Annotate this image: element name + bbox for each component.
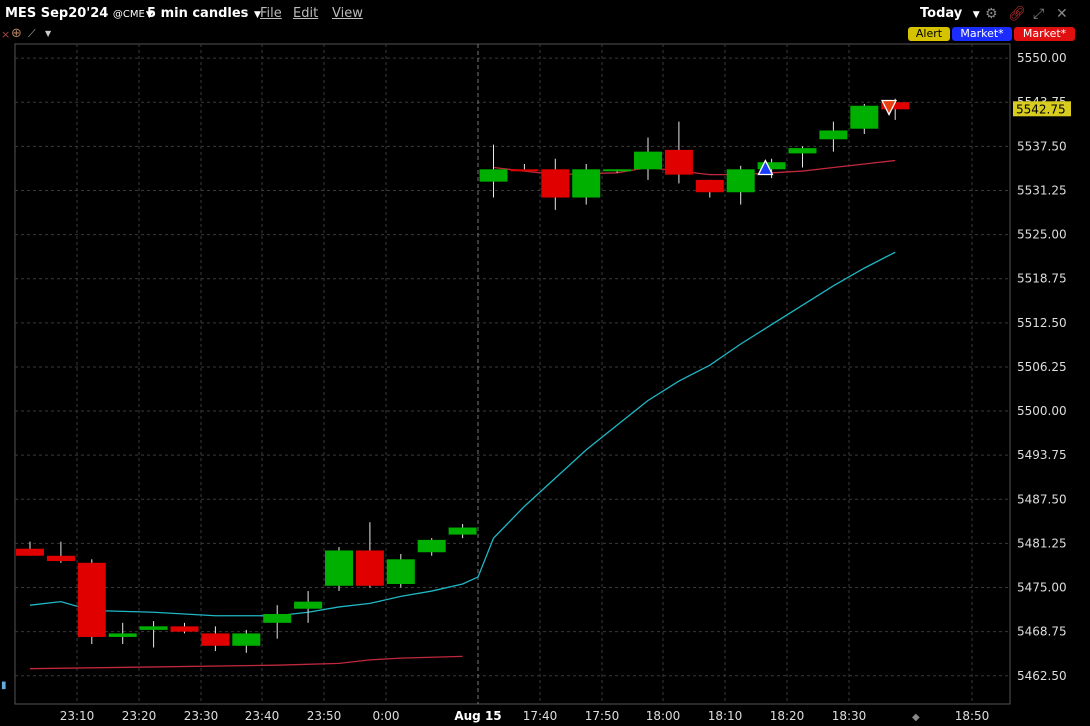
candle-body [664, 149, 693, 175]
candle [819, 121, 848, 152]
candle [232, 629, 261, 653]
candle [417, 538, 446, 556]
candle-body [108, 633, 137, 637]
candle-body [417, 539, 446, 553]
candle-body [479, 169, 508, 182]
price-tick-label: 5550.00 [1017, 51, 1067, 65]
time-tick-label: 17:50 [585, 709, 620, 723]
candle-body [448, 527, 477, 535]
candle-body [510, 169, 539, 172]
candle [170, 622, 199, 634]
candle [108, 622, 137, 644]
candle [541, 158, 570, 210]
candle [788, 146, 817, 168]
candle-body [46, 555, 75, 562]
last-price-label: 5542.75 [1016, 102, 1066, 116]
candle-body [386, 559, 415, 584]
candle-body [850, 105, 879, 129]
candle-body [201, 633, 230, 646]
last-price-badge: 5542.75 ▮ [1, 101, 1071, 691]
candle-body [16, 548, 44, 556]
price-tick-label: 5525.00 [1017, 228, 1067, 242]
candle [695, 179, 724, 198]
moving-averages [29, 159, 896, 670]
time-tick-label: 18:00 [646, 709, 681, 723]
candle-body [572, 169, 601, 198]
candle-body [541, 169, 570, 198]
grid [15, 44, 1010, 704]
candle [850, 104, 879, 134]
candle-body [726, 169, 755, 193]
candle [46, 541, 75, 563]
time-tick-label: 17:40 [523, 709, 558, 723]
candle-body [170, 626, 199, 632]
candle [355, 522, 384, 588]
candle [77, 559, 106, 644]
time-tick-label: 18:30 [832, 709, 867, 723]
time-tick-label: 23:30 [184, 709, 219, 723]
time-tick-label: Aug 15 [454, 709, 501, 723]
candle [263, 605, 292, 639]
price-tick-label: 5487.50 [1017, 492, 1067, 506]
price-tick-label: 5481.25 [1017, 536, 1067, 550]
candle-body [263, 614, 292, 623]
price-tick-label: 5500.00 [1017, 404, 1067, 418]
price-chart[interactable]: 5550.005543.755537.505531.255525.005518.… [0, 0, 1090, 726]
candle-body [232, 633, 261, 646]
candle-body [603, 169, 632, 172]
scroll-marker-icon: ◆ [912, 712, 920, 723]
ma-short-line [29, 655, 463, 670]
plot-frame [14, 43, 1011, 705]
candle [386, 554, 415, 588]
time-tick-label: 18:50 [955, 709, 990, 723]
candles [16, 98, 910, 653]
candle [634, 137, 662, 180]
price-tick-label: 5518.75 [1017, 272, 1067, 286]
time-tick-label: 23:20 [122, 709, 157, 723]
candle-body [325, 550, 353, 586]
candle [201, 626, 230, 652]
candle [726, 165, 755, 205]
price-tick-label: 5506.25 [1017, 360, 1067, 374]
price-tick-label: 5493.75 [1017, 448, 1067, 462]
candle-body [294, 601, 323, 609]
candle-body [695, 179, 724, 193]
price-tick-label: 5531.25 [1017, 183, 1067, 197]
time-tick-label: 23:10 [60, 709, 95, 723]
candle-body [788, 148, 817, 154]
scale-icon: ▮ [1, 680, 7, 691]
price-axis: 5550.005543.755537.505531.255525.005518.… [1017, 51, 1067, 683]
ma-long-line [29, 251, 896, 617]
candle-body [355, 550, 384, 586]
price-tick-label: 5512.50 [1017, 316, 1067, 330]
candle-body [77, 562, 106, 637]
price-tick-label: 5462.50 [1017, 669, 1067, 683]
price-tick-label: 5537.50 [1017, 139, 1067, 153]
candle [448, 524, 477, 539]
candle-body [819, 130, 848, 140]
candle [510, 164, 539, 172]
time-tick-label: 23:50 [307, 709, 342, 723]
candle [664, 121, 693, 184]
price-tick-label: 5475.00 [1017, 581, 1067, 595]
candle [325, 546, 353, 592]
candle [603, 169, 632, 173]
time-tick-label: 0:00 [373, 709, 400, 723]
time-tick-label: 23:40 [245, 709, 280, 723]
candle-body [139, 626, 168, 630]
time-tick-label: 18:10 [708, 709, 743, 723]
candle [572, 164, 601, 205]
candle [294, 591, 323, 623]
candle-body [634, 151, 662, 170]
time-tick-label: 18:20 [770, 709, 805, 723]
price-tick-label: 5468.75 [1017, 625, 1067, 639]
candle [139, 621, 168, 648]
time-axis: 23:10 23:20 23:30 23:40 23:50 0:00 Aug 15 17:40… [60, 709, 990, 723]
candle [479, 144, 508, 198]
